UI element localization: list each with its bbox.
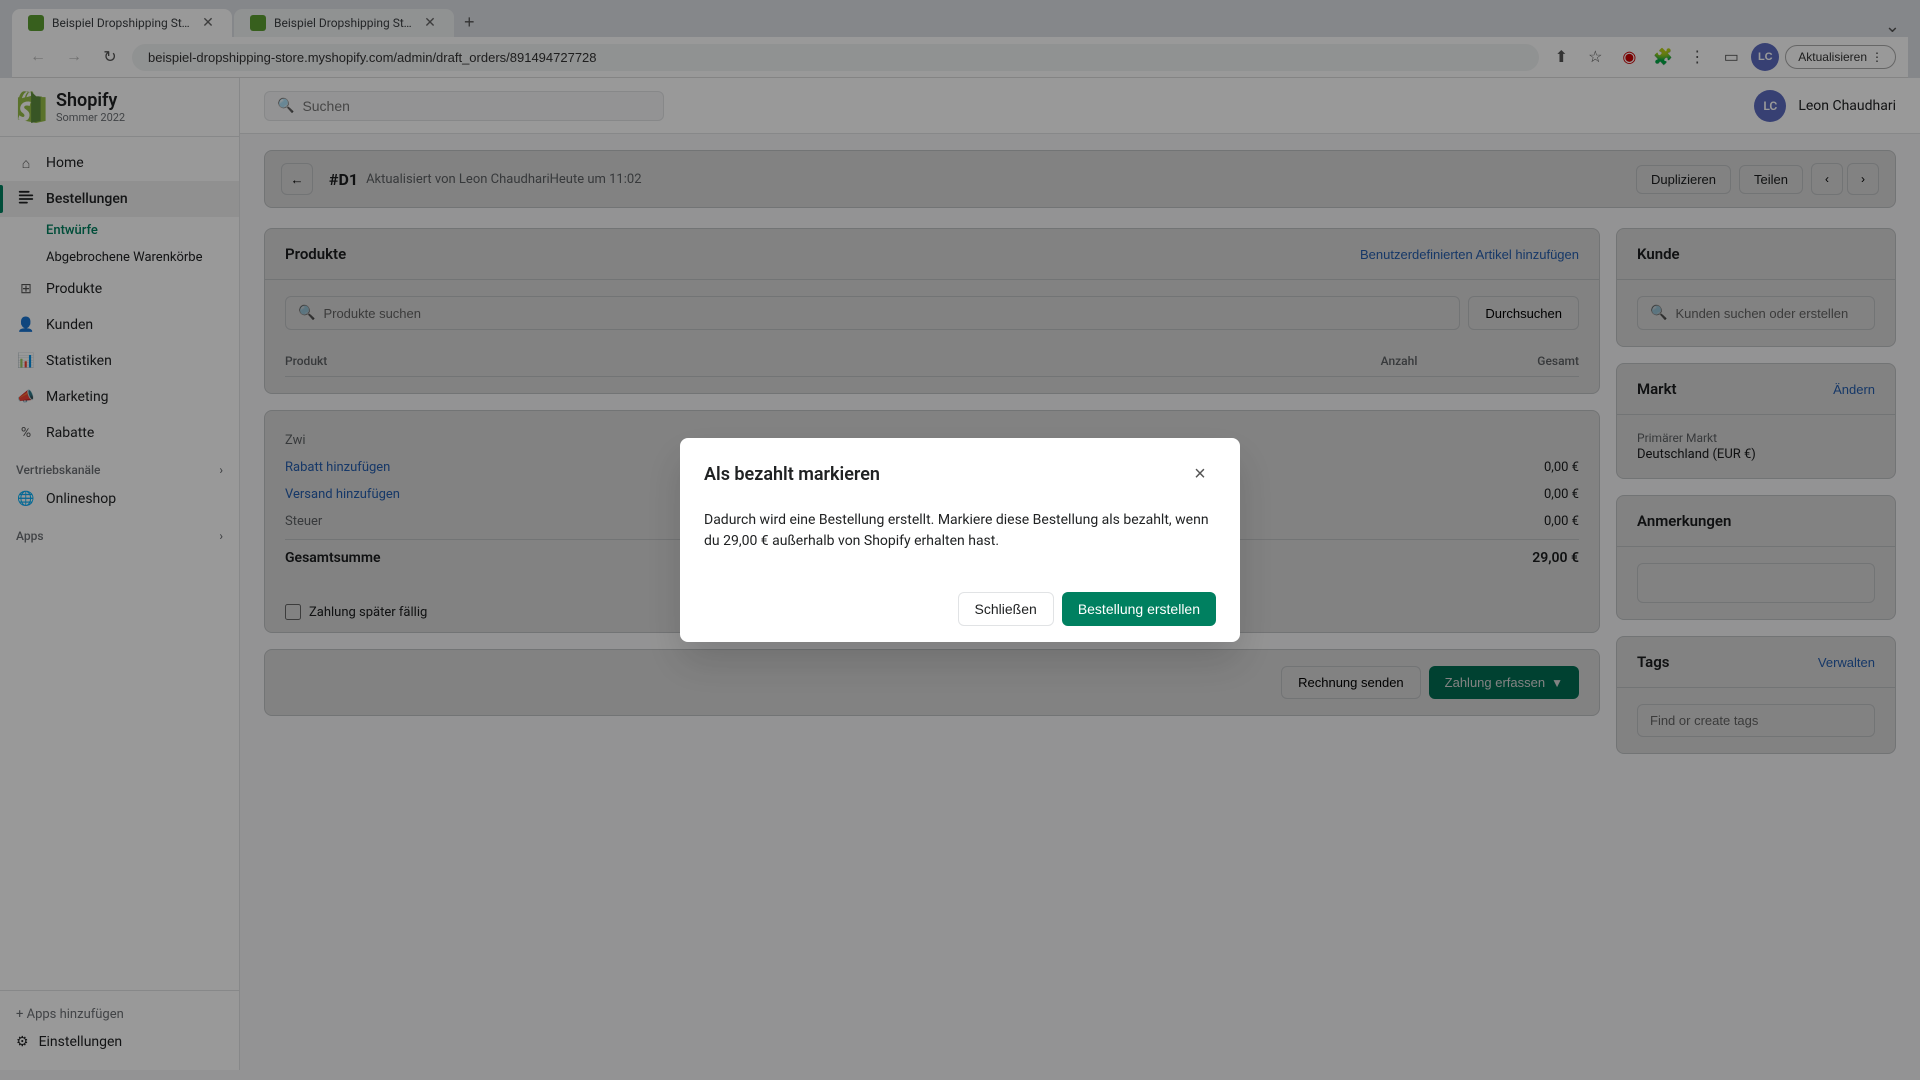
modal-body-text: Dadurch wird eine Bestellung erstellt. M…	[704, 510, 1216, 552]
modal-dialog: Als bezahlt markieren × Dadurch wird ein…	[680, 438, 1240, 642]
modal-header: Als bezahlt markieren ×	[680, 438, 1240, 506]
modal-cancel-button[interactable]: Schließen	[958, 592, 1054, 626]
modal-title: Als bezahlt markieren	[704, 464, 880, 485]
modal-confirm-button[interactable]: Bestellung erstellen	[1062, 592, 1216, 626]
modal-body: Dadurch wird eine Bestellung erstellt. M…	[680, 506, 1240, 576]
modal-footer: Schließen Bestellung erstellen	[680, 576, 1240, 642]
modal-close-button[interactable]: ×	[1184, 458, 1216, 490]
modal-overlay[interactable]: Als bezahlt markieren × Dadurch wird ein…	[0, 0, 1920, 1080]
